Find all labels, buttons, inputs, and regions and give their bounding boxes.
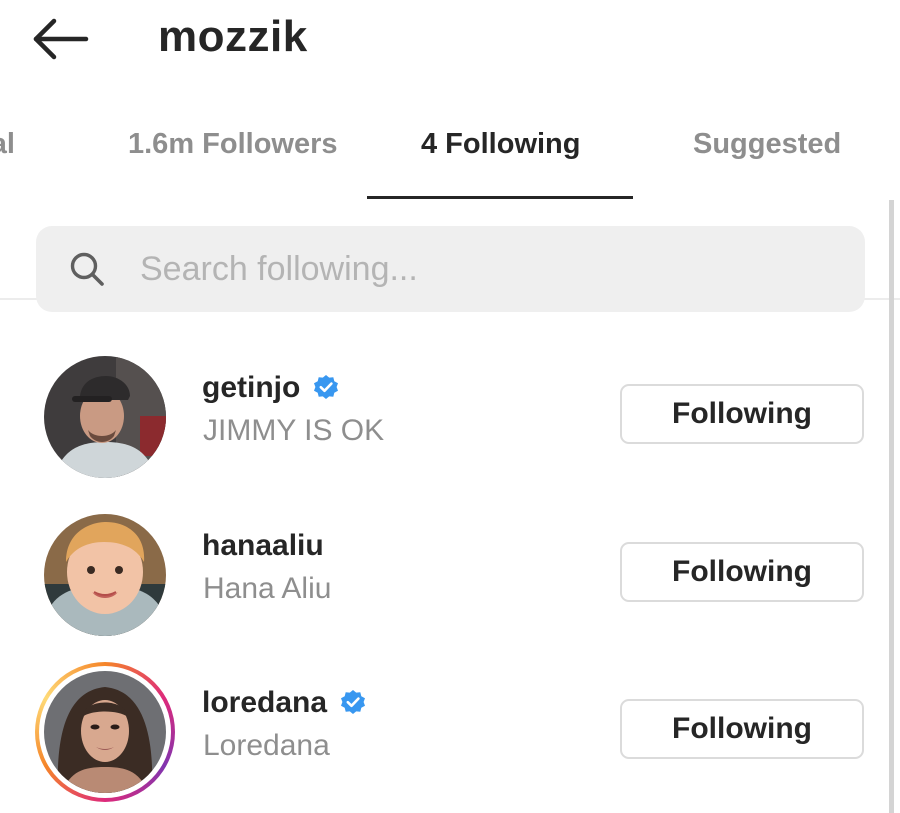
- avatar[interactable]: [44, 514, 166, 636]
- avatar[interactable]: [44, 671, 166, 793]
- following-button[interactable]: Following: [620, 384, 864, 444]
- tab-mutual[interactable]: ual: [0, 128, 15, 161]
- following-button[interactable]: Following: [620, 542, 864, 602]
- verified-badge-icon: [312, 374, 340, 402]
- username[interactable]: getinjo: [202, 371, 300, 405]
- tab-followers[interactable]: 1.6m Followers: [128, 128, 338, 161]
- header-bar: mozzik: [0, 0, 900, 80]
- username[interactable]: hanaaliu: [202, 529, 324, 563]
- avatar[interactable]: [44, 356, 166, 478]
- scrollbar[interactable]: [889, 200, 894, 813]
- story-ring[interactable]: [35, 662, 175, 802]
- list-item[interactable]: loredana Loredana Following: [0, 661, 889, 811]
- search-icon: [68, 250, 106, 288]
- active-tab-indicator: [367, 196, 633, 199]
- tab-suggested[interactable]: Suggested: [693, 128, 841, 161]
- arrow-left-icon: [33, 18, 89, 60]
- full-name: Hana Aliu: [203, 572, 332, 605]
- following-button[interactable]: Following: [620, 699, 864, 759]
- list-item[interactable]: hanaaliu Hana Aliu Following: [0, 504, 889, 654]
- full-name: Loredana: [203, 729, 330, 762]
- verified-badge-icon: [339, 689, 367, 717]
- list-item[interactable]: getinjo JIMMY IS OK Following: [0, 346, 889, 496]
- tab-following[interactable]: 4 Following: [421, 128, 581, 161]
- full-name: JIMMY IS OK: [203, 414, 385, 447]
- username[interactable]: loredana: [202, 686, 327, 720]
- back-button[interactable]: [30, 14, 92, 64]
- profile-username-title: mozzik: [158, 12, 308, 61]
- tab-bar: ual 1.6m Followers 4 Following Suggested: [0, 100, 900, 300]
- search-input[interactable]: [140, 242, 840, 296]
- search-bar[interactable]: [36, 226, 865, 312]
